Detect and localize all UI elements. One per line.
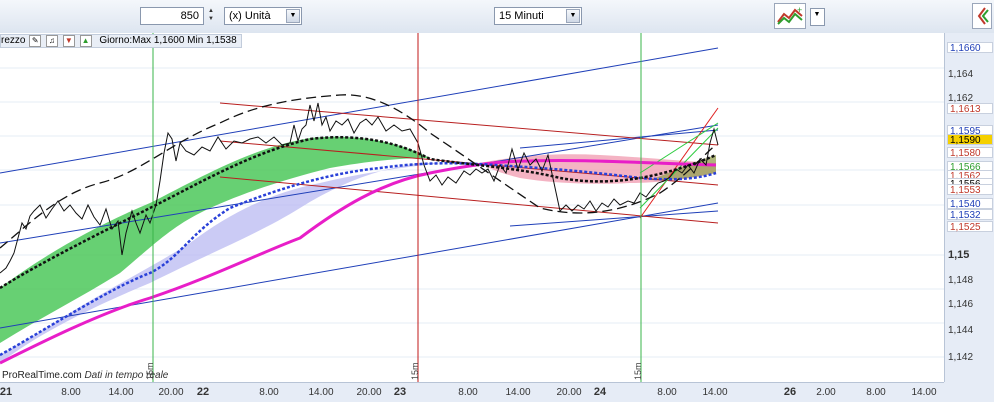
price-tag: 1,1525 — [947, 221, 993, 233]
price-tag: 1,1613 — [947, 103, 993, 115]
indicators-button[interactable]: + — [774, 3, 806, 29]
sidebar-toggle-icon — [977, 7, 989, 25]
y-tick-label: 1,164 — [948, 69, 974, 80]
y-tick-label: 1,15 — [948, 249, 970, 261]
trend-lines — [0, 47, 719, 329]
chevron-down-icon[interactable]: ▼ — [810, 9, 824, 23]
price-tag: 1,1532 — [947, 209, 993, 221]
unit-select[interactable]: (x) Unità ▼ — [224, 7, 302, 25]
time-axis[interactable]: 21 8.00 14.00 20.00 22 8.00 14.00 20.00 … — [0, 382, 944, 402]
wrench-icon[interactable]: ✎ — [29, 35, 42, 47]
x-tick-label: 20.00 — [356, 387, 382, 398]
x-tick-label: 23 — [393, 386, 407, 398]
price-axis[interactable]: 1,164 1,162 1,15 1,148 1,146 1,144 1,142… — [944, 33, 994, 382]
x-tick-label: 20.00 — [556, 387, 582, 398]
price-chart-canvas — [0, 33, 944, 382]
price-tag: 1,1580 — [947, 147, 993, 159]
watermark: ProRealTime.com Dati in tempo reale — [2, 370, 168, 381]
chevron-down-icon[interactable]: ▼ — [566, 9, 580, 23]
quantity-input[interactable]: 850 — [140, 7, 204, 25]
unit-select-label: (x) Unità — [229, 10, 271, 22]
y-tick-label: 1,144 — [948, 325, 974, 336]
x-tick-label: 26 — [783, 386, 797, 398]
cursor-tag: 15m — [145, 362, 155, 380]
x-tick-label: 8.00 — [259, 387, 279, 398]
day-range-text: Giorno:Max 1,1600 Min 1,1538 — [99, 35, 237, 46]
x-tick-label: 14.00 — [505, 387, 531, 398]
cursor-tag: 15m — [410, 362, 420, 380]
instrument-name: rezzo — [1, 35, 26, 46]
y-tick-label: 1,148 — [948, 275, 974, 286]
brand-name: ProRealTime.com — [2, 370, 82, 381]
price-tag: 1,1553 — [947, 184, 993, 196]
timeframe-select-label: 15 Minuti — [499, 10, 544, 22]
quantity-stepper[interactable]: ▲ ▼ — [205, 7, 217, 25]
x-tick-label: 8.00 — [657, 387, 677, 398]
x-tick-label: 20.00 — [158, 387, 184, 398]
price-tag: 1,1660 — [947, 42, 993, 54]
x-tick-label: 24 — [593, 386, 607, 398]
cursor-tag: 15m — [633, 362, 643, 380]
indicators-dropdown[interactable]: ▼ — [810, 8, 825, 26]
x-tick-label: 8.00 — [458, 387, 478, 398]
buy-icon[interactable]: ▲ — [79, 35, 92, 47]
y-tick-label: 1,142 — [948, 352, 974, 363]
chevron-down-icon[interactable]: ▼ — [286, 9, 300, 23]
svg-text:+: + — [797, 5, 802, 15]
chart-toolbar: 850 ▲ ▼ (x) Unità ▼ 15 Minuti ▼ + ▼ — [0, 0, 994, 34]
x-tick-label: 14.00 — [702, 387, 728, 398]
x-tick-label: 2.00 — [816, 387, 836, 398]
chart-indicator-icon: + — [777, 5, 803, 25]
price-tag: 1,1540 — [947, 198, 993, 210]
bell-icon[interactable]: ♫ — [46, 35, 59, 47]
x-tick-label: 21 — [0, 386, 13, 398]
price-chart[interactable] — [0, 33, 944, 382]
axis-corner — [944, 382, 994, 402]
x-tick-label: 14.00 — [911, 387, 937, 398]
chart-info-bar: rezzo ✎ ♫ ▼ ▲ Giorno:Max 1,1600 Min 1,15… — [0, 34, 242, 48]
sell-icon[interactable]: ▼ — [62, 35, 75, 47]
x-tick-label: 22 — [196, 386, 210, 398]
x-tick-label: 14.00 — [308, 387, 334, 398]
x-tick-label: 14.00 — [108, 387, 134, 398]
x-tick-label: 8.00 — [866, 387, 886, 398]
realtime-status: Dati in tempo reale — [84, 370, 169, 381]
y-tick-label: 1,146 — [948, 299, 974, 310]
side-panel-button[interactable] — [972, 3, 992, 29]
x-tick-label: 8.00 — [61, 387, 81, 398]
timeframe-select[interactable]: 15 Minuti ▼ — [494, 7, 582, 25]
current-price-tag: 1,1590 — [947, 134, 993, 146]
